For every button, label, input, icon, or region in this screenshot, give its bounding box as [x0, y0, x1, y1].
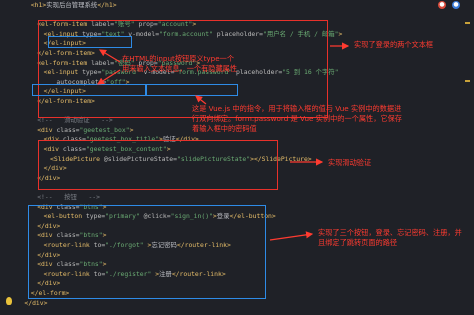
- arrow-vmodel: [195, 95, 207, 105]
- ide-browser-icon[interactable]: ●: [452, 1, 460, 9]
- code-editor[interactable]: <h1> 实现后台管理系统 </h1> <el-form-item label= "账号…: [0, 0, 474, 315]
- scrollbar-marker[interactable]: [465, 80, 470, 82]
- ide-browser-icon[interactable]: ●: [438, 1, 446, 9]
- arrows-overlay: [96, 42, 350, 241]
- arrow-buttons: [269, 231, 314, 241]
- lightbulb-icon[interactable]: [6, 297, 12, 305]
- arrow-input-type-up: [98, 49, 121, 63]
- scrollbar-marker[interactable]: [465, 22, 470, 24]
- arrow-input-type-down: [96, 69, 121, 85]
